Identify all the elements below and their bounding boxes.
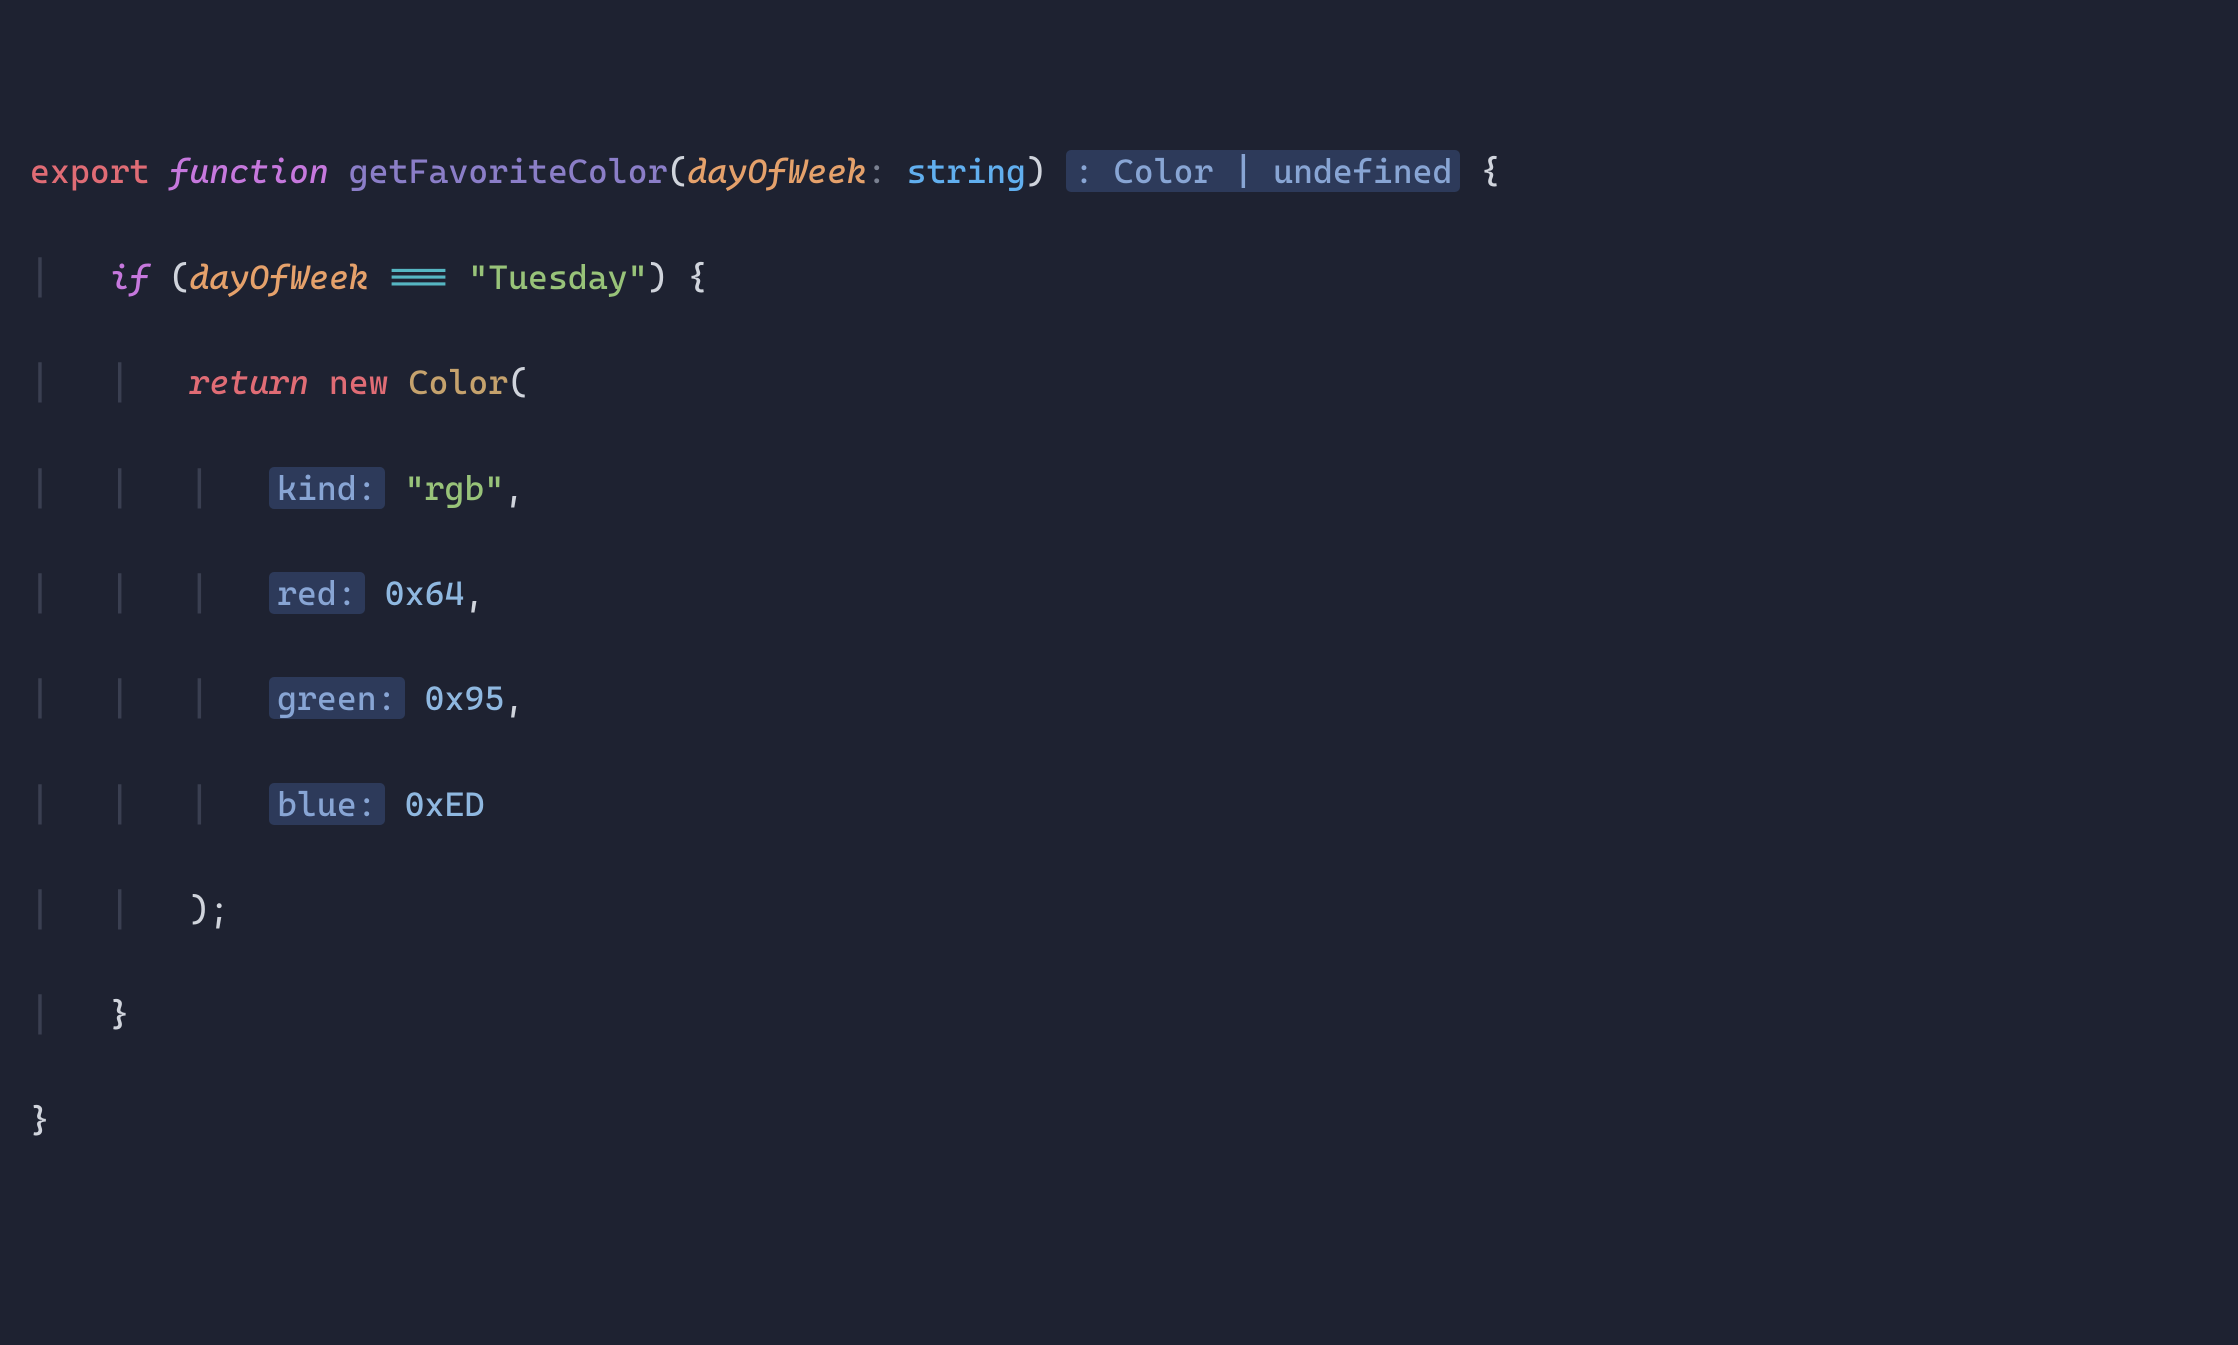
code-line-5: │ │ │ red: 0x64, [30,567,2208,620]
keyword-function: function [169,151,328,191]
paren-close: ) [1026,151,1046,191]
paren-open: ( [508,362,528,402]
keyword-return: return [189,362,309,402]
paren-close: ) [648,257,668,297]
colon: : [867,151,887,191]
code-line-6: │ │ │ green: 0x95, [30,672,2208,725]
comma: , [504,468,524,508]
number-literal: 0x64 [385,573,465,613]
code-line-10: } [30,1094,2208,1147]
keyword-export: export [30,151,150,191]
code-line-7: │ │ │ blue: 0xED [30,778,2208,831]
inlay-hint-param-blue: blue: [269,783,385,825]
operator-equals: === [389,257,449,297]
type-annotation: string [907,151,1027,191]
paren-open: ( [668,151,688,191]
inlay-hint-param-kind: kind: [269,467,385,509]
code-line-3: │ │ return new Color( [30,356,2208,409]
number-literal: 0xED [405,784,485,824]
brace-close: } [110,994,130,1034]
paren-open: ( [169,257,189,297]
inlay-hint-param-red: red: [269,572,365,614]
function-name: getFavoriteColor [349,151,668,191]
inlay-hint-return-type: : Color | undefined [1066,150,1461,192]
code-line-9: │ } [30,988,2208,1041]
inlay-hint-param-green: green: [269,677,405,719]
number-literal: 0x95 [425,678,505,718]
string-literal: "rgb" [405,468,505,508]
code-line-1: export function getFavoriteColor(dayOfWe… [30,145,2208,198]
comma: , [464,573,484,613]
variable: dayOfWeek [189,257,368,297]
code-line-8: │ │ ); [30,883,2208,936]
keyword-new: new [329,362,389,402]
parameter-name: dayOfWeek [687,151,866,191]
code-editor[interactable]: export function getFavoriteColor(dayOfWe… [30,145,2208,1146]
keyword-if: if [110,257,150,297]
code-line-2: │ if (dayOfWeek === "Tuesday") { [30,251,2208,304]
brace-open: { [687,257,707,297]
brace-close: } [30,1100,50,1140]
code-line-4: │ │ │ kind: "rgb", [30,462,2208,515]
comma: , [504,678,524,718]
brace-open: { [1480,151,1500,191]
string-literal: "Tuesday" [468,257,647,297]
class-name: Color [409,362,509,402]
semicolon: ; [209,889,229,929]
paren-close: ) [189,889,209,929]
